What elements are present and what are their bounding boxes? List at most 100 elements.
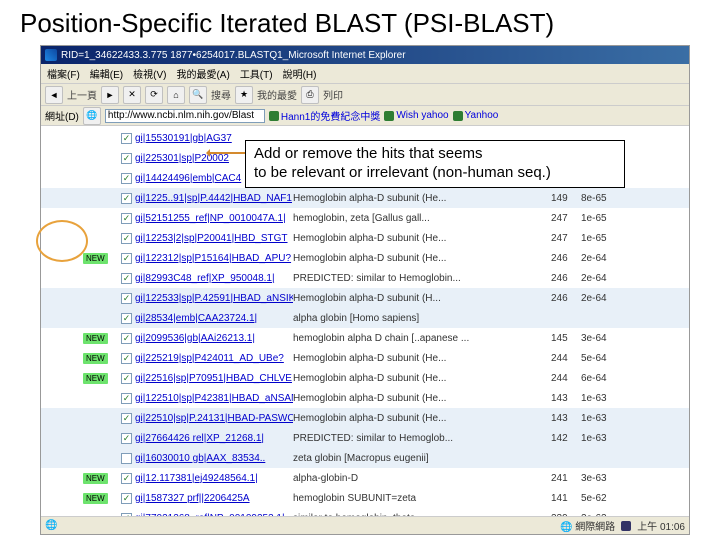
gi-link[interactable]: gi|225219|sp|P424011_AD_UBe? [135,353,293,364]
gi-link[interactable]: gi|22510|sp|P.24131|HBAD-PASWO [135,413,293,424]
slide-title: Position-Specific Iterated BLAST (PSI-BL… [0,0,720,43]
status-left: 🌐 [45,520,57,531]
link-chip-1[interactable]: Hann1的免費紀念中獎 [269,108,380,123]
row-checkbox[interactable]: ✓ [121,333,132,344]
row-checkbox[interactable]: ✓ [121,153,132,164]
score: 246 [551,293,581,304]
row-checkbox[interactable]: ✓ [121,313,132,324]
score: 239 [551,513,581,517]
chip-icon [269,111,279,121]
gi-link[interactable]: gi|82993C48_ref|XP_950048.1| [135,273,293,284]
row-checkbox[interactable]: ✓ [121,413,132,424]
gi-link[interactable]: gi|28534|emb|CAA23724.1| [135,313,293,324]
row-checkbox[interactable]: ✓ [121,133,132,144]
back-label: 上一頁 [67,87,97,102]
row-checkbox[interactable]: ✓ [121,213,132,224]
description: Hemoglobin alpha-D subunit (He... [293,253,551,264]
row-checkbox[interactable]: ✓ [121,373,132,384]
link-chip-3[interactable]: Yanhoo [453,110,499,121]
result-row: gi|16030010 gb|AAX_83534..zeta globin [M… [41,448,689,468]
result-row: NEW✓gi|12.117381|ej49248564.1|alpha-glob… [41,468,689,488]
row-checkbox[interactable]: ✓ [121,393,132,404]
row-checkbox[interactable]: ✓ [121,173,132,184]
refresh-button[interactable]: ⟳ [145,86,163,104]
score: 247 [551,233,581,244]
description: Hemoglobin alpha-D subunit (He... [293,413,551,424]
back-button[interactable]: ◄ [45,86,63,104]
result-row: ✓gi|12253|2|sp|P20041|HBD_STGTHemoglobin… [41,228,689,248]
row-checkbox[interactable]: ✓ [121,233,132,244]
score: 241 [551,473,581,484]
clock: 上午 01:06 [637,518,685,533]
menu-help[interactable]: 說明(H) [283,66,317,81]
home-button[interactable]: ⌂ [167,86,185,104]
row-checkbox[interactable]: ✓ [121,513,132,517]
annotation-line1: Add or remove the hits that seems [254,145,616,164]
evalue: 2e-62 [581,513,621,517]
result-row: ✓gi|28534|emb|CAA23724.1|alpha globin [H… [41,308,689,328]
search-button[interactable]: 🔍 [189,86,207,104]
row-checkbox[interactable]: ✓ [121,253,132,264]
row-checkbox[interactable]: ✓ [121,353,132,364]
gi-link[interactable]: gi|1225..91|sp|P.4442|HBAD_NAF1 [135,193,293,204]
description: hemoglobin, zeta [Gallus gall... [293,213,551,224]
gi-link[interactable]: gi|22516|sp|P70951|HBAD_CHLVE [135,373,293,384]
evalue: 5e-64 [581,353,621,364]
forward-button[interactable]: ► [101,86,119,104]
gi-link[interactable]: gi|16030010 gb|AAX_83534.. [135,453,293,464]
row-checkbox[interactable]: ✓ [121,293,132,304]
description: zeta globin [Macropus eugenii] [293,453,551,464]
result-row: ✓gi|122510|sp|P42381|HBAD_aNSANHemoglobi… [41,388,689,408]
gi-link[interactable]: gi|27664426 rel|XP_21268.1| [135,433,293,444]
gi-link[interactable]: gi|12253|2|sp|P20041|HBD_STGT [135,233,293,244]
row-checkbox[interactable]: ✓ [121,273,132,284]
gi-link[interactable]: gi|52151255_ref|NP_0010047A.1| [135,213,293,224]
row-checkbox[interactable]: ✓ [121,493,132,504]
gi-link[interactable]: gi|122510|sp|P42381|HBAD_aNSAN [135,393,293,404]
evalue: 1e-65 [581,213,621,224]
new-badge: NEW [83,353,108,364]
description: alpha-globin-D [293,473,551,484]
menu-tools[interactable]: 工具(T) [240,66,273,81]
search-label: 搜尋 [211,87,231,102]
row-checkbox[interactable]: ✓ [121,473,132,484]
score: 246 [551,273,581,284]
gi-link[interactable]: gi|77021268_ref|NP_00109253.1| [135,513,293,517]
address-input[interactable] [105,109,265,123]
favorites-button[interactable]: ★ [235,86,253,104]
evalue: 2e-64 [581,253,621,264]
gi-link[interactable]: gi|12.117381|ej49248564.1| [135,473,293,484]
score: 246 [551,253,581,264]
gi-link[interactable]: gi|122312|sp|P15164|HBAD_APU? [135,253,293,264]
result-row: NEW✓gi|1587327 prf||2206425Ahemoglobin S… [41,488,689,508]
result-row: ✓gi|82993C48_ref|XP_950048.1|PREDICTED: … [41,268,689,288]
result-row: NEW ✓gi|122312|sp|P15164|HBAD_APU?Hemoglo… [41,248,689,268]
status-zone: 🌐 網際網路 [560,518,615,533]
menu-file[interactable]: 檔案(F) [47,66,80,81]
stop-button[interactable]: ✕ [123,86,141,104]
chip-label: Yanhoo [465,110,499,121]
new-badge: NEW [83,253,108,264]
description: alpha globin [Homo sapiens] [293,313,551,324]
gi-link[interactable]: gi|1587327 prf||2206425A [135,493,293,504]
row-checkbox[interactable]: ✓ [121,193,132,204]
row-checkbox[interactable]: ✓ [121,433,132,444]
page-icon: 🌐 [83,107,101,125]
menu-favorites[interactable]: 我的最愛(A) [176,66,229,81]
description: hemoglobin alpha D chain [..apanese ... [293,333,551,344]
chip-icon [384,111,394,121]
row-checkbox[interactable] [121,453,132,464]
gi-link[interactable]: gi|2099536|gb|AAi26213.1| [135,333,293,344]
print-button[interactable]: ⎙ [301,86,319,104]
status-bar: 🌐 🌐 網際網路 上午 01:06 [41,516,689,534]
score: 143 [551,413,581,424]
menu-edit[interactable]: 編輯(E) [90,66,123,81]
link-chip-2[interactable]: Wish yahoo [384,110,448,121]
description: PREDICTED: similar to Hemoglob... [293,433,551,444]
score: 142 [551,433,581,444]
menu-view[interactable]: 檢視(V) [133,66,166,81]
menu-bar: 檔案(F) 編輯(E) 檢視(V) 我的最愛(A) 工具(T) 說明(H) [41,64,689,84]
gi-link[interactable]: gi|122533|sp|P.42591|HBAD_aNSIK [135,293,293,304]
evalue: 2e-64 [581,293,621,304]
result-row: NEW✓gi|2099536|gb|AAi26213.1|hemoglobin … [41,328,689,348]
